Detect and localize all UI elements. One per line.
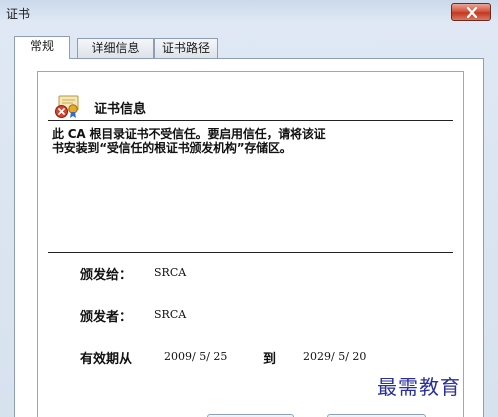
close-icon [466,7,478,18]
issued-by-label: 颁发者： [80,310,133,325]
tab-general[interactable]: 常规 [14,36,70,59]
issued-to-label: 颁发给： [80,268,133,283]
title-bar[interactable]: 证书 [0,0,498,26]
untrusted-warning-text: 此 CA 根目录证书不受信任。要启用信任，请将该证 书安装到“受信任的根证书颁发… [52,127,392,155]
watermark-logo: 最需教育 [377,375,461,399]
issued-to-value: SRCA [154,266,187,279]
tab-details[interactable]: 详细信息 [77,38,154,58]
issued-by-value: SRCA [154,308,187,321]
valid-from-value: 2009/ 5/ 25 [164,350,228,363]
heading-divider [48,120,453,121]
certificate-info-heading: 证书信息 [94,102,147,117]
certificate-untrusted-icon [55,95,79,118]
certificate-info-box: 证书信息 此 CA 根目录证书不受信任。要启用信任，请将该证 书安装到“受信任的… [37,71,464,417]
warning-line-1: 此 CA 根目录证书不受信任。要启用信任，请将该证 [52,127,326,141]
window-title: 证书 [6,7,31,21]
valid-to-value: 2029/ 5/ 20 [303,350,367,363]
general-tab-panel: 证书信息 此 CA 根目录证书不受信任。要启用信任，请将该证 书安装到“受信任的… [14,58,484,417]
details-divider [48,252,453,253]
tab-certification-path[interactable]: 证书路径 [154,38,218,58]
warning-line-2: 书安装到“受信任的根证书颁发机构”存储区。 [52,141,292,155]
valid-to-label: 到 [263,352,277,367]
close-button[interactable] [451,3,491,21]
valid-from-label: 有效期从 [80,352,133,367]
certificate-dialog: 证书 常规 详细信息 证书路径 证书信息 此 CA 根目录证书不受信任。要启用信… [0,0,498,417]
